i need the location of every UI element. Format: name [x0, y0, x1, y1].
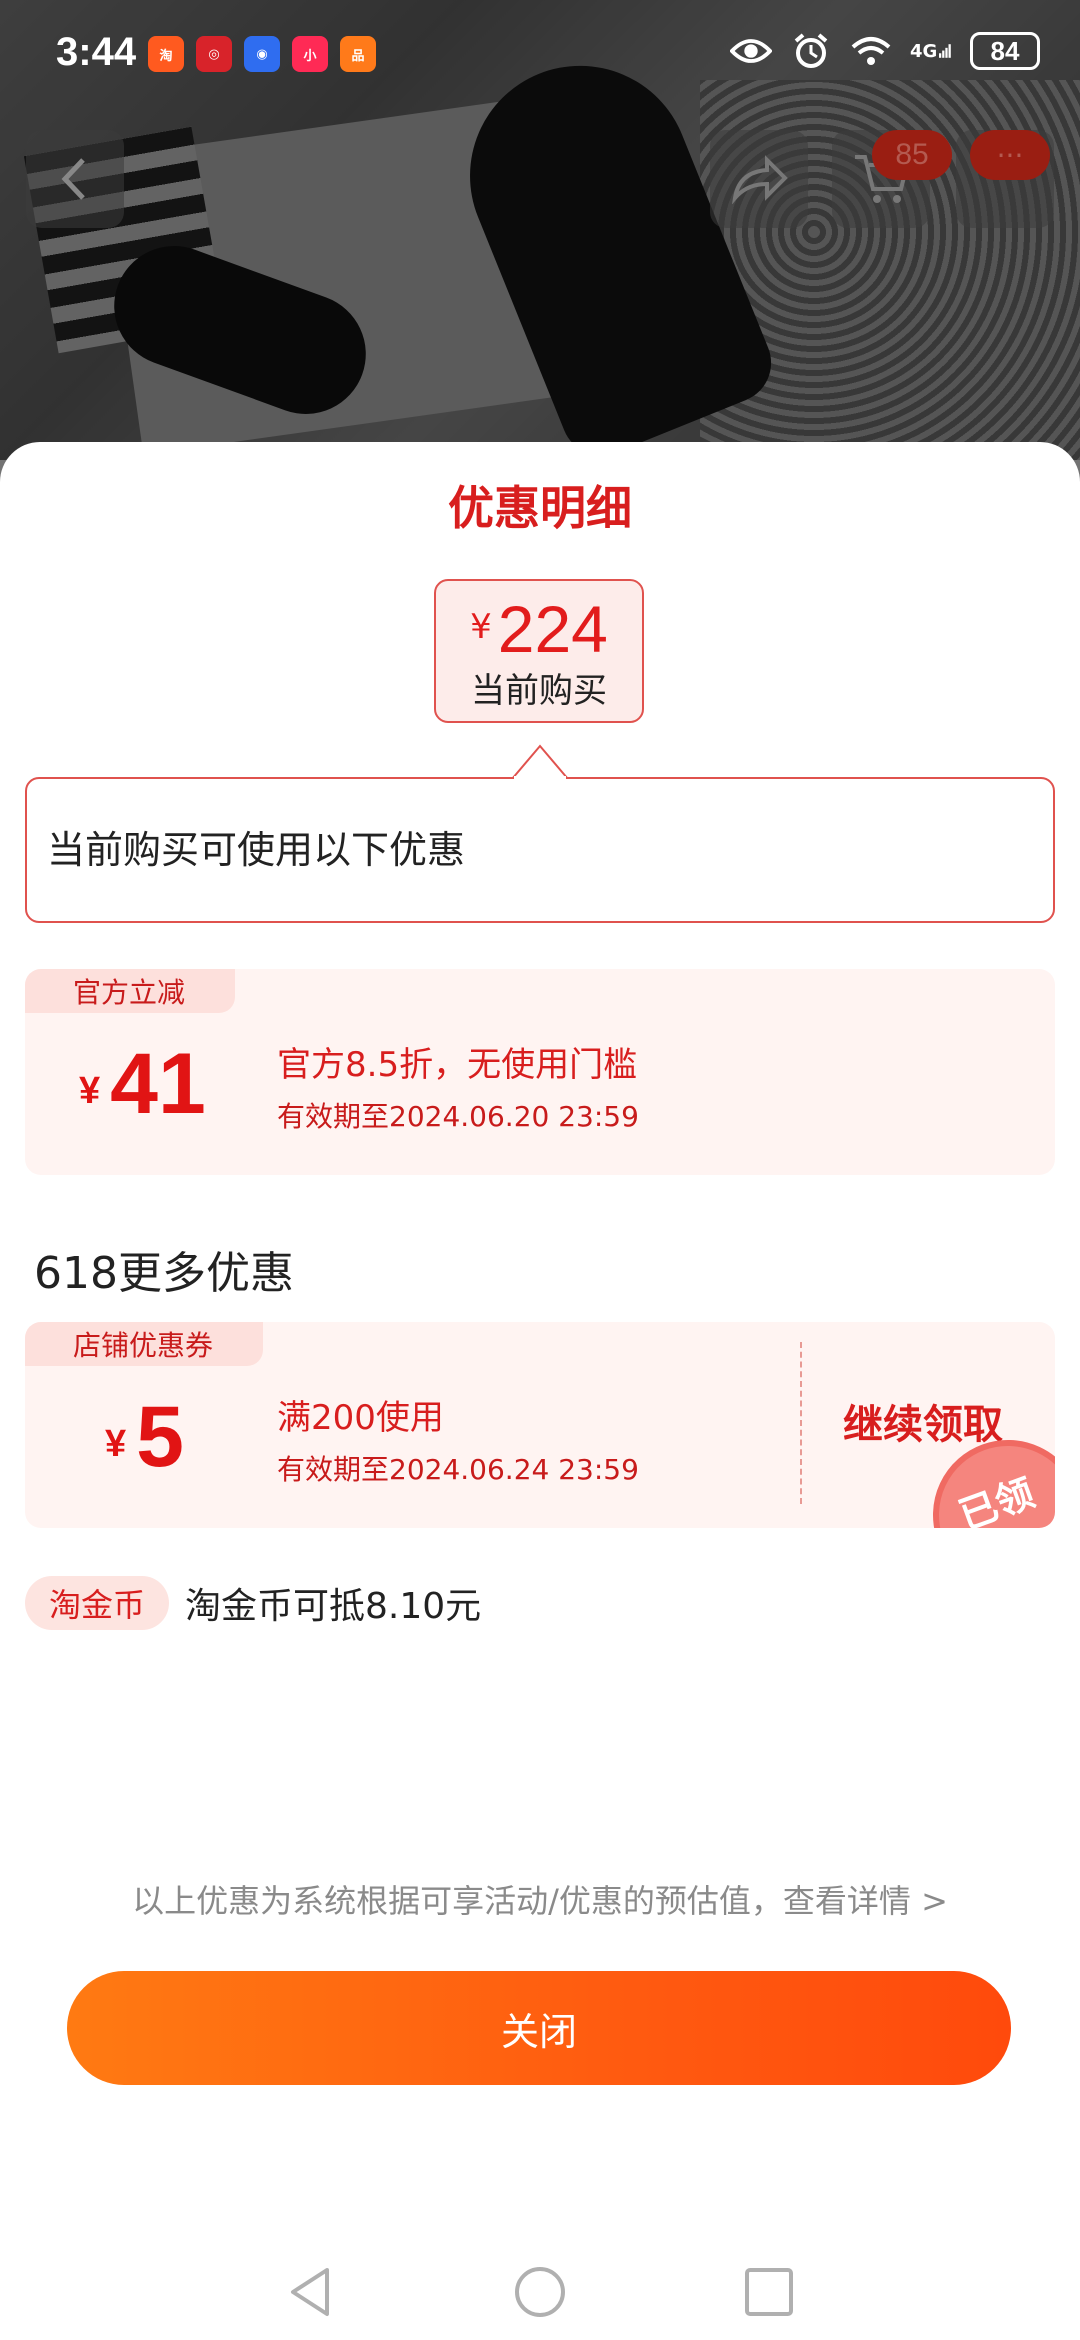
status-time: 3:44	[56, 30, 137, 74]
official-discount-validity: 有效期至2024.06.20 23:59	[277, 1100, 639, 1133]
more-icon: ···	[970, 130, 1050, 180]
official-discount-card: 官方立减 ¥41 官方8.5折，无使用门槛 有效期至2024.06.20 23:…	[25, 969, 1055, 1175]
app-icon-5: 品	[340, 36, 376, 72]
eye-icon	[730, 33, 772, 69]
system-nav-bar	[0, 2240, 1080, 2340]
coupon-divider	[800, 1342, 802, 1504]
alarm-icon	[790, 33, 832, 69]
current-price-box: ¥224 当前购买	[434, 579, 644, 723]
callout-box: 当前购买可使用以下优惠	[25, 777, 1055, 923]
share-icon	[732, 155, 788, 204]
close-button[interactable]: 关闭	[67, 1971, 1011, 2085]
shop-coupon-validity: 有效期至2024.06.24 23:59	[277, 1453, 639, 1486]
shop-coupon-tag: 店铺优惠券	[25, 1322, 264, 1366]
recents-nav-icon[interactable]	[741, 2264, 797, 2320]
taojinbi-text: 淘金币可抵8.10元	[185, 1586, 482, 1627]
status-bar: 3:44 淘 ◎ ◉ 小品 4G 84	[0, 0, 1080, 100]
back-nav-icon[interactable]	[283, 2264, 339, 2320]
continue-claim-button[interactable]: 继续领取	[843, 1392, 1003, 1450]
chevron-left-icon	[61, 158, 85, 200]
notification-icons: 淘 ◎ ◉ 小品	[148, 36, 376, 72]
taobao-app-icon: 淘	[148, 36, 184, 72]
shop-coupon-amount: ¥5	[105, 1389, 184, 1485]
shop-coupon-title: 满200使用	[277, 1398, 444, 1438]
official-discount-title: 官方8.5折，无使用门槛	[277, 1045, 638, 1085]
taojinbi-row: 淘金币 淘金币可抵8.10元	[25, 1576, 481, 1630]
xiaohongshu-app-icon: 小	[292, 36, 328, 72]
official-discount-tag: 官方立减	[25, 969, 236, 1013]
back-button[interactable]	[26, 130, 124, 228]
disclaimer-link[interactable]: 以上优惠为系统根据可享活动/优惠的预估值，查看详情 >	[0, 1876, 1080, 1922]
share-button[interactable]	[710, 130, 808, 228]
app-icon-2: ◎	[196, 36, 232, 72]
wifi-icon	[850, 33, 892, 69]
more-discounts-heading: 618更多优惠	[34, 1248, 294, 1299]
home-nav-icon[interactable]	[512, 2264, 568, 2320]
official-discount-amount: ¥41	[79, 1036, 206, 1132]
sheet-title: 优惠明细	[448, 481, 632, 535]
currency-symbol: ¥	[470, 607, 492, 647]
current-price-amount: 224	[497, 592, 608, 666]
callout-pointer	[512, 744, 568, 780]
discount-detail-sheet: 优惠明细 ¥224 当前购买 当前购买可使用以下优惠 官方立减 ¥41 官方8.…	[0, 442, 1080, 2340]
cart-count-badge: 85	[872, 130, 952, 180]
app-icon-3: ◉	[244, 36, 280, 72]
callout-text: 当前购买可使用以下优惠	[47, 828, 466, 872]
battery-indicator: 84	[970, 32, 1040, 70]
taojinbi-tag: 淘金币	[25, 1576, 170, 1630]
signal-icon: 4G	[910, 33, 952, 69]
shop-coupon-card: 店铺优惠券 ¥5 满200使用 有效期至2024.06.24 23:59 继续领…	[25, 1322, 1055, 1528]
current-price-label: 当前购买	[471, 671, 607, 711]
